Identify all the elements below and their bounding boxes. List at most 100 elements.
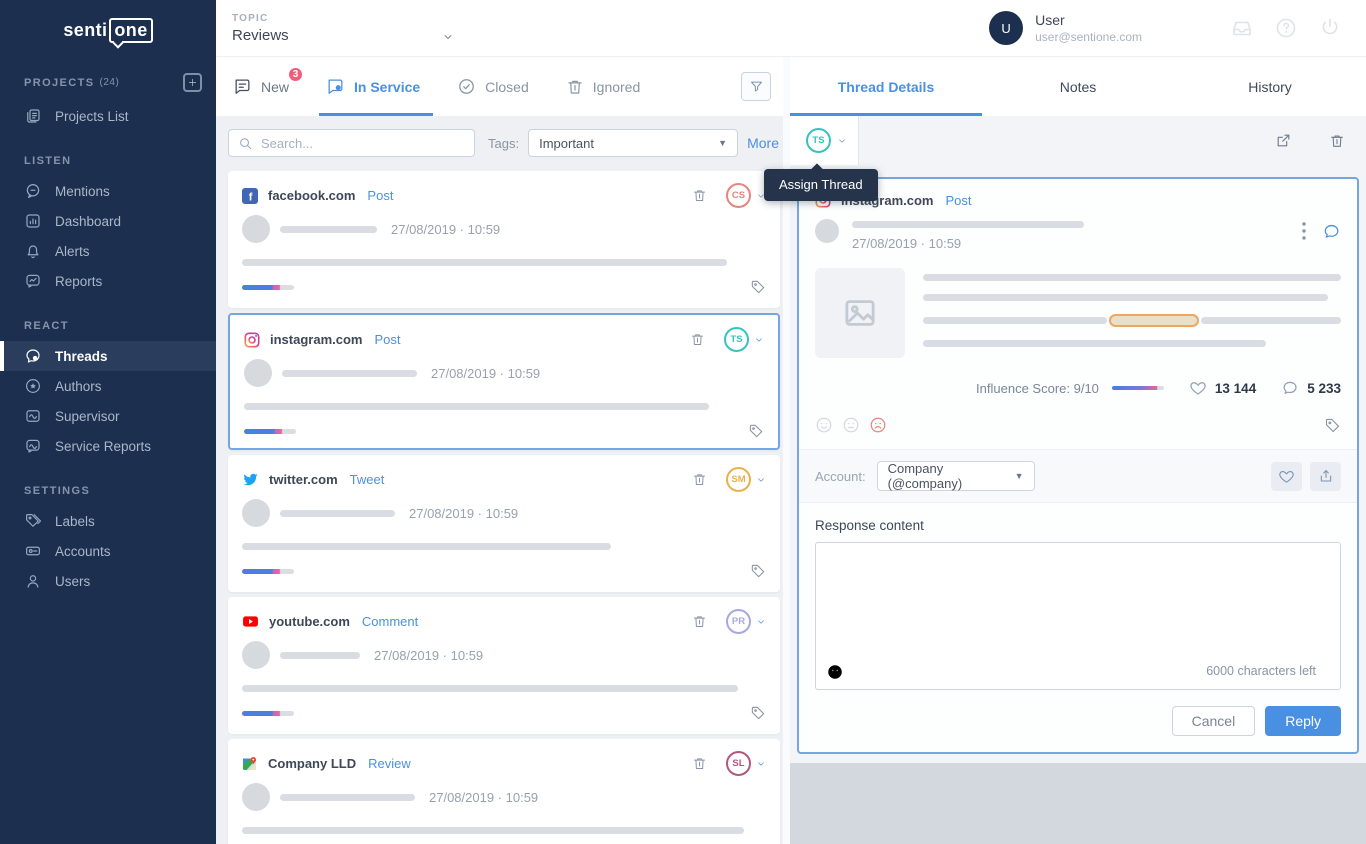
like-button[interactable] xyxy=(1271,462,1302,491)
chevron-down-icon[interactable] xyxy=(756,617,766,627)
bell-icon xyxy=(24,242,42,260)
author-name-placeholder xyxy=(280,794,415,801)
neutral-sentiment-icon[interactable] xyxy=(842,416,860,434)
open-external-icon[interactable] xyxy=(1275,132,1292,149)
heart-icon xyxy=(1189,379,1207,397)
sidebar-item-authors[interactable]: Authors xyxy=(0,371,216,401)
thread-datetime: 27/08/2019 · 10:59 xyxy=(391,222,500,237)
trash-icon[interactable] xyxy=(1329,133,1345,149)
thread-card[interactable]: f facebook.com Post CS 27/08/2019 · 10:5… xyxy=(228,171,780,308)
mentions-icon xyxy=(24,182,42,200)
thread-type-link[interactable]: Review xyxy=(368,756,411,771)
assignee-avatar[interactable]: TS xyxy=(724,327,749,352)
user-menu[interactable]: U User user@sentione.com xyxy=(989,11,1142,45)
chevron-down-icon[interactable] xyxy=(754,335,764,345)
trash-icon[interactable] xyxy=(692,756,707,771)
author-name-placeholder xyxy=(280,510,395,517)
negative-sentiment-icon[interactable] xyxy=(869,416,887,434)
trash-icon[interactable] xyxy=(692,614,707,629)
sidebar-item-supervisor[interactable]: Supervisor xyxy=(0,401,216,431)
thread-type-link[interactable]: Post xyxy=(374,332,400,347)
chat-active-icon xyxy=(326,77,345,96)
sidebar-item-service-reports[interactable]: Service Reports xyxy=(0,431,216,461)
more-options-icon[interactable] xyxy=(1302,222,1306,240)
add-project-button[interactable] xyxy=(183,73,202,92)
tag-icon[interactable] xyxy=(748,423,764,439)
tags-value: Important xyxy=(539,136,594,151)
sidebar-item-threads[interactable]: Threads xyxy=(0,341,216,371)
thread-card[interactable]: twitter.com Tweet SM 27/08/2019 · 10:59 xyxy=(228,455,780,592)
comment-bubble-icon[interactable] xyxy=(1322,222,1341,241)
trash-icon[interactable] xyxy=(690,332,705,347)
tab-history[interactable]: History xyxy=(1174,57,1366,116)
more-link[interactable]: More xyxy=(747,135,779,151)
sidebar-item-labels[interactable]: Labels xyxy=(0,506,216,536)
comments-stat: 5 233 xyxy=(1281,379,1341,397)
thread-type-link[interactable]: Tweet xyxy=(350,472,385,487)
trash-icon[interactable] xyxy=(692,188,707,203)
thread-type-link[interactable]: Comment xyxy=(362,614,418,629)
tag-icon[interactable] xyxy=(750,563,766,579)
reports-icon xyxy=(24,272,42,290)
topic-label: TOPIC xyxy=(232,13,454,24)
search-input[interactable] xyxy=(261,136,465,151)
chevron-down-icon xyxy=(442,31,454,43)
emoji-picker-icon[interactable] xyxy=(826,663,844,681)
tab-notes[interactable]: Notes xyxy=(982,57,1174,116)
thread-card-selected[interactable]: instagram.com Post TS 27/08/2019 · 10:59 xyxy=(228,313,780,450)
assignee-avatar[interactable]: PR xyxy=(726,609,751,634)
thread-card[interactable]: youtube.com Comment PR 27/08/2019 · 10:5… xyxy=(228,597,780,734)
assign-thread-button[interactable]: TS xyxy=(790,116,859,165)
sentiment-bar xyxy=(244,429,296,434)
tab-new[interactable]: New 3 xyxy=(230,57,292,116)
account-dropdown[interactable]: Company (@company) ▼ xyxy=(877,461,1035,491)
tab-thread-details[interactable]: Thread Details xyxy=(790,57,982,116)
users-icon xyxy=(24,572,42,590)
thread-type-link[interactable]: Post xyxy=(945,193,971,208)
sidebar-item-users[interactable]: Users xyxy=(0,566,216,596)
thread-source: instagram.com xyxy=(270,332,362,347)
share-button[interactable] xyxy=(1310,462,1341,491)
filter-button[interactable] xyxy=(741,72,771,101)
assignee-avatar[interactable]: SM xyxy=(726,467,751,492)
trash-icon[interactable] xyxy=(692,472,707,487)
main-area: TOPIC Reviews U User user@sentione.com xyxy=(216,0,1366,844)
tab-ignored[interactable]: Ignored xyxy=(563,57,643,116)
thread-datetime: 27/08/2019 · 10:59 xyxy=(431,366,540,381)
detail-panel-empty-area xyxy=(790,763,1366,844)
filter-icon xyxy=(749,79,764,94)
topic-selector[interactable]: TOPIC Reviews xyxy=(232,13,454,44)
detail-toolbar: TS xyxy=(790,116,1366,165)
sidebar-item-reports[interactable]: Reports xyxy=(0,266,216,296)
help-icon[interactable] xyxy=(1274,16,1298,40)
tag-icon[interactable] xyxy=(1324,417,1341,434)
assignee-avatar[interactable]: CS xyxy=(726,183,751,208)
cancel-button[interactable]: Cancel xyxy=(1172,706,1256,736)
sidebar-item-mentions[interactable]: Mentions xyxy=(0,176,216,206)
positive-sentiment-icon[interactable] xyxy=(815,416,833,434)
sidebar-item-label: Supervisor xyxy=(55,409,120,424)
assignee-avatar[interactable]: SL xyxy=(726,751,751,776)
sidebar-item-dashboard[interactable]: Dashboard xyxy=(0,206,216,236)
thread-type-link[interactable]: Post xyxy=(367,188,393,203)
chevron-down-icon[interactable] xyxy=(756,475,766,485)
highlighted-text-placeholder xyxy=(1109,314,1199,327)
section-label: LISTEN xyxy=(24,155,72,167)
tab-in-service[interactable]: In Service xyxy=(323,57,423,116)
tag-icon[interactable] xyxy=(750,279,766,295)
thread-card[interactable]: Company LLD Review SL 27/08/2019 · 10:59 xyxy=(228,739,780,844)
tags-dropdown[interactable]: Important ▼ xyxy=(528,129,738,157)
inbox-icon[interactable] xyxy=(1230,16,1254,40)
sidebar-item-label: Service Reports xyxy=(55,439,151,454)
sentiment-bar xyxy=(242,569,294,574)
chevron-down-icon[interactable] xyxy=(756,759,766,769)
reply-button[interactable]: Reply xyxy=(1265,706,1341,736)
tag-icon[interactable] xyxy=(750,705,766,721)
sidebar-item-accounts[interactable]: Accounts xyxy=(0,536,216,566)
tab-closed[interactable]: Closed xyxy=(454,57,532,116)
power-icon[interactable] xyxy=(1318,16,1342,40)
supervisor-icon xyxy=(24,407,42,425)
sidebar-item-alerts[interactable]: Alerts xyxy=(0,236,216,266)
sidebar-item-projects-list[interactable]: Projects List xyxy=(0,101,216,131)
resize-handle[interactable] xyxy=(1328,677,1337,686)
